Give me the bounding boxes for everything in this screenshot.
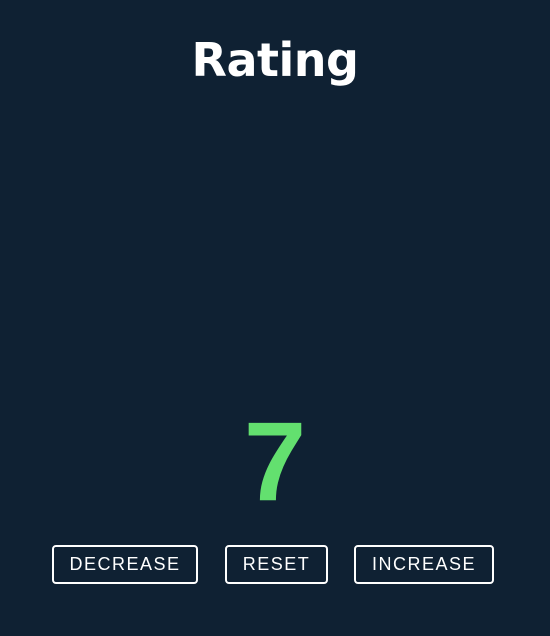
- increase-button[interactable]: INCREASE: [354, 545, 494, 584]
- rating-value: 7: [243, 399, 307, 524]
- rating-controls: DECREASE RESET INCREASE: [0, 545, 550, 584]
- decrease-button[interactable]: DECREASE: [52, 545, 198, 584]
- reset-button[interactable]: RESET: [225, 545, 328, 584]
- page-title: Rating: [191, 33, 359, 87]
